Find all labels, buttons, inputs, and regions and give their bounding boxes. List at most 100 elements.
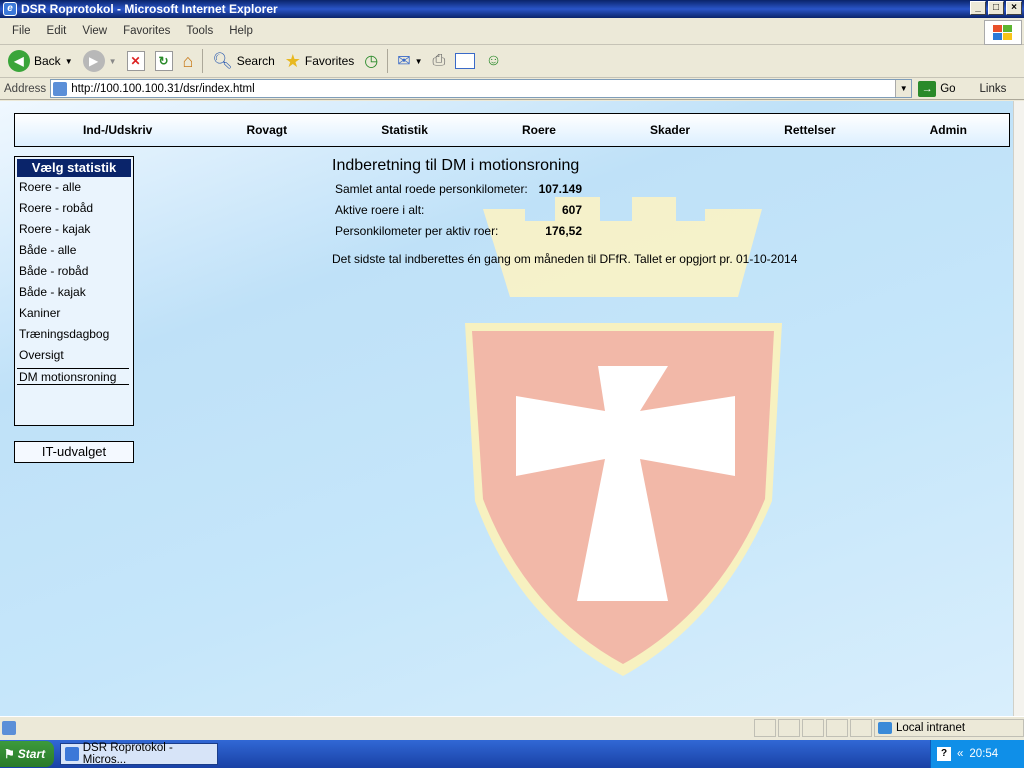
status-panes: Local intranet [754,719,1024,737]
main-nav: Ind-/Udskriv Rovagt Statistik Roere Skad… [14,113,1010,147]
stat-row: Samlet antal roede personkilometer: 107.… [332,179,797,200]
taskbar-item-ie[interactable]: DSR Roprotokol - Micros... [60,742,218,766]
go-button[interactable]: → Go [918,80,956,97]
nav-roere[interactable]: Roere [522,123,556,137]
toolbar: ◀ Back ▼ ▶ ▼ ✕ ↻ ⌂ 🔍︎ Search ★ Favorites… [0,45,1024,78]
messenger-icon: ☺ [485,52,502,69]
intranet-icon [878,722,892,734]
history-icon: ◷ [364,53,379,70]
messenger-button[interactable]: ☺ [481,47,505,75]
sidebar-item-oversigt[interactable]: Oversigt [17,345,131,366]
back-arrow-icon: ◀ [8,50,30,72]
stat-label: Aktive roere i alt: [335,203,425,217]
menu-edit[interactable]: Edit [39,25,75,37]
menu-tools[interactable]: Tools [178,25,221,37]
sidebar-item-baade-robaad[interactable]: Både - robåd [17,261,131,282]
menu-bar: File Edit View Favorites Tools Help [0,18,1024,45]
stat-row: Personkilometer per aktiv roer: 176,52 [332,221,797,242]
windows-flag-icon: ⚑ [4,747,15,761]
links-button[interactable]: Links [980,83,1007,95]
it-udvalget-button[interactable]: IT-udvalget [14,441,134,463]
sidebar-item-roere-alle[interactable]: Roere - alle [17,177,131,198]
start-button[interactable]: ⚑ Start [0,741,54,767]
stat-value: 607 [561,203,582,217]
nav-skader[interactable]: Skader [650,123,690,137]
help-icon[interactable]: ? [937,747,951,761]
toolbar-divider [387,49,389,73]
home-button[interactable]: ⌂ [179,47,198,75]
address-bar: Address http://100.100.100.31/dsr/index.… [0,78,1024,100]
stat-value: 107.149 [538,182,582,196]
search-button[interactable]: 🔍︎ Search [208,47,278,75]
stop-button[interactable]: ✕ [123,47,149,75]
nav-rettelser[interactable]: Rettelser [784,123,835,137]
menu-view[interactable]: View [74,25,115,37]
nav-rovagt[interactable]: Rovagt [246,123,287,137]
clock: 20:54 [969,748,999,760]
taskbar: ⚑ Start DSR Roprotokol - Micros... ? « 2… [0,740,1024,768]
statistics-menu-title: Vælg statistik [17,159,131,177]
edit-icon [455,53,476,69]
go-arrow-icon: → [918,80,937,97]
nav-statistik[interactable]: Statistik [381,123,428,137]
sidebar-item-baade-alle[interactable]: Både - alle [17,240,131,261]
maximize-button[interactable]: □ [988,1,1004,15]
mail-button[interactable]: ✉ ▼ [393,47,426,75]
stop-icon: ✕ [126,51,145,71]
address-dropdown-icon[interactable]: ▼ [895,80,912,97]
minimize-button[interactable]: _ [970,1,986,15]
toolbar-divider [202,49,204,73]
menu-help[interactable]: Help [221,25,261,37]
sidebar-item-baade-kajak[interactable]: Både - kajak [17,282,131,303]
security-zone: Local intranet [874,719,1024,737]
back-button[interactable]: ◀ Back ▼ [4,47,77,75]
stat-row: Aktive roere i alt: 607 [332,200,797,221]
sidebar-item-roere-robaad[interactable]: Roere - robåd [17,198,131,219]
nav-admin[interactable]: Admin [930,123,967,137]
star-icon: ★ [284,50,301,71]
sidebar-item-dm-motionsroning[interactable]: DM motionsroning [17,368,129,385]
tray-expand-icon[interactable]: « [957,748,963,760]
window-title: DSR Roprotokol - Microsoft Internet Expl… [21,2,278,16]
statistics-menu: Vælg statistik Roere - alle Roere - robå… [14,156,134,426]
print-button[interactable]: ⎙ [429,47,450,75]
page-content: Ind-/Udskriv Rovagt Statistik Roere Skad… [0,101,1013,716]
stat-label: Samlet antal roede personkilometer: [335,182,528,196]
windows-logo-icon [984,20,1022,45]
ie-icon [65,747,79,761]
refresh-button[interactable]: ↻ [151,47,177,75]
system-tray: ? « 20:54 [930,740,1024,768]
status-pane [802,719,824,737]
chevron-down-icon: ▼ [414,56,423,66]
address-url: http://100.100.100.31/dsr/index.html [71,82,255,95]
chevron-down-icon: ▼ [108,56,117,66]
menu-favorites[interactable]: Favorites [115,25,178,37]
search-icon: 🔍︎ [212,53,233,70]
stat-value: 176,52 [545,224,582,238]
edit-button[interactable] [451,47,479,75]
favorites-button[interactable]: ★ Favorites [281,47,359,75]
sidebar-item-kaniner[interactable]: Kaniner [17,303,131,324]
forward-arrow-icon: ▶ [82,50,105,72]
sidebar-item-traeningsdagbog[interactable]: Træningsdagbog [17,324,131,345]
printer-icon: ⎙ [432,52,446,69]
status-pane [754,719,776,737]
address-input[interactable]: http://100.100.100.31/dsr/index.html ▼ [50,79,913,98]
window-controls: _ □ × [970,1,1022,15]
status-pane [826,719,848,737]
forward-button[interactable]: ▶ ▼ [79,47,121,75]
sidebar-item-roere-kajak[interactable]: Roere - kajak [17,219,131,240]
menu-file[interactable]: File [4,25,39,37]
history-button[interactable]: ◷ [360,47,382,75]
close-button[interactable]: × [1006,1,1022,15]
page-icon [53,81,68,96]
page-title: Indberetning til DM i motionsroning [332,157,580,174]
address-label: Address [4,82,47,95]
title-bar: e DSR Roprotokol - Microsoft Internet Ex… [0,0,1024,18]
status-bar: Local intranet [0,716,1024,739]
vertical-scrollbar[interactable] [1013,101,1024,716]
status-pane [850,719,872,737]
page-done-icon [2,721,16,735]
chevron-down-icon: ▼ [64,56,73,66]
nav-ind-udskriv[interactable]: Ind-/Udskriv [83,123,152,137]
